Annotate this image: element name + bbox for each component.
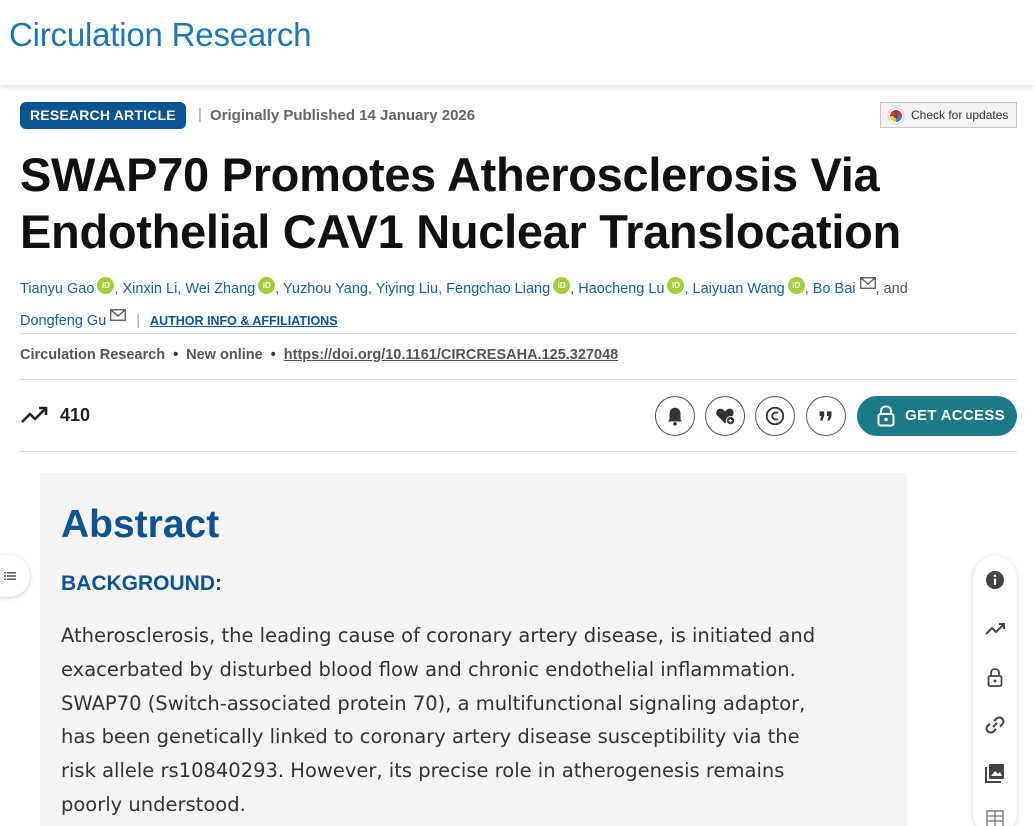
abstract-line: exacerbated by disturbed blood flow and … — [61, 657, 796, 681]
article-meta-row: RESEARCH ARTICLE | Originally Published … — [20, 102, 1017, 130]
author-link[interactable]: Wei Zhang — [185, 281, 255, 297]
author-link[interactable]: Haocheng Lu — [578, 281, 664, 297]
side-toolbar — [973, 556, 1017, 826]
trending-up-icon — [21, 406, 48, 423]
abstract-line: poorly understood. — [61, 792, 246, 816]
abstract-section: Abstract BACKGROUND: Atherosclerosis, th… — [40, 473, 907, 826]
meta-separator: | — [198, 106, 202, 123]
divider: | — [136, 313, 141, 329]
divider — [20, 451, 1017, 452]
abstract-line: Atherosclerosis, the leading cause of co… — [61, 624, 816, 647]
publication-date: Originally Published 14 January 2026 — [210, 107, 476, 124]
orcid-icon[interactable]: iD — [787, 277, 805, 294]
author-link[interactable]: Yuzhou Yang — [283, 281, 368, 297]
favorite-button[interactable] — [705, 396, 745, 436]
table-icon[interactable] — [984, 808, 1006, 826]
orcid-icon[interactable]: iD — [553, 277, 571, 294]
article-title: SWAP70 Promotes Atherosclerosis Via Endo… — [20, 148, 901, 258]
author-link[interactable]: Yiying Liu — [376, 281, 438, 297]
list-icon — [4, 572, 16, 580]
author-link[interactable]: Dongfeng Gu — [20, 313, 106, 329]
link-icon[interactable] — [984, 714, 1006, 736]
author-link[interactable]: Tianyu Gao — [20, 281, 94, 297]
crossmark-icon — [887, 107, 905, 125]
orcid-icon[interactable]: iD — [258, 277, 276, 294]
alert-button[interactable] — [655, 396, 695, 436]
abstract-line: risk allele rs10840293. However, its pre… — [61, 759, 785, 783]
info-icon[interactable] — [984, 569, 1006, 591]
author-link[interactable]: Xinxin Li — [122, 281, 177, 297]
lock-icon — [877, 405, 895, 427]
orcid-icon[interactable]: iD — [667, 277, 685, 294]
mail-icon[interactable] — [110, 309, 127, 321]
divider — [20, 379, 1017, 380]
copyright-icon — [765, 406, 785, 426]
trending-up-icon[interactable] — [984, 618, 1006, 640]
divider — [20, 333, 1017, 334]
lock-icon[interactable] — [984, 666, 1006, 688]
author-link[interactable]: Laiyuan Wang — [693, 281, 785, 297]
get-access-button[interactable]: GET ACCESS — [857, 396, 1017, 436]
doi-link[interactable]: https://doi.org/10.1161/CIRCRESAHA.125.3… — [284, 347, 618, 363]
citation-journal: Circulation Research — [20, 347, 166, 363]
abstract-section-heading: BACKGROUND: — [61, 572, 222, 595]
author-list: Tianyu Gao iD, Xinxin Li, Wei Zhang iD, Yu… — [20, 273, 1020, 337]
permissions-button[interactable] — [755, 396, 795, 436]
article-type-badge: RESEARCH ARTICLE — [20, 102, 186, 129]
and-text: , and — [875, 281, 908, 297]
author-info-affiliations-link[interactable]: AUTHOR INFO & AFFILIATIONS — [150, 314, 337, 328]
citation-line: Circulation Research • New online • https://… — [20, 347, 619, 363]
mail-icon[interactable] — [859, 277, 876, 289]
check-for-updates-label: Check for updates — [911, 108, 1009, 122]
top-bar: Circulation Research — [0, 0, 1035, 85]
citation-status: New online — [186, 347, 263, 363]
check-for-updates-button[interactable]: Check for updates — [880, 102, 1017, 128]
abstract-line: has been genetically linked to coronary … — [61, 725, 800, 749]
metric-count: 410 — [60, 405, 91, 425]
orcid-icon[interactable]: iD — [97, 277, 115, 294]
abstract-line: SWAP70 (Switch-associated protein 70), a… — [61, 691, 806, 715]
abstract-heading: Abstract — [61, 503, 220, 546]
author-link[interactable]: Bo Bai — [813, 281, 856, 297]
get-access-label: GET ACCESS — [905, 407, 1005, 424]
author-link[interactable]: Fengchao Liang — [446, 281, 550, 297]
quote-icon — [819, 411, 832, 421]
images-icon[interactable] — [984, 762, 1006, 784]
cite-button[interactable] — [806, 396, 846, 436]
heart-plus-icon — [716, 408, 736, 426]
bell-icon — [667, 407, 683, 426]
abstract-paragraph: Atherosclerosis, the leading cause of co… — [61, 619, 896, 822]
table-of-contents-toggle[interactable] — [0, 555, 30, 597]
journal-logo[interactable]: Circulation Research — [9, 16, 312, 54]
